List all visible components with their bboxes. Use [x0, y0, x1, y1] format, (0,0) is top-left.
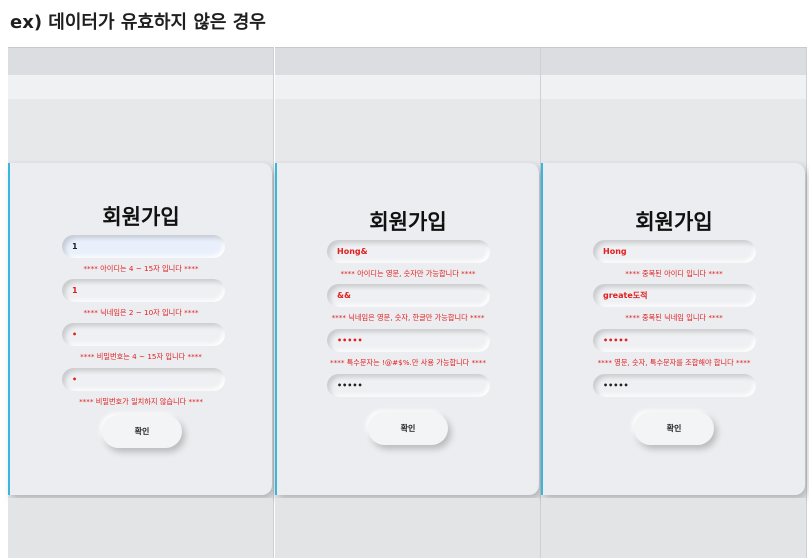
confirm-button[interactable]: 확인: [368, 412, 448, 445]
page-footer-area: [275, 498, 540, 558]
password-confirm-input[interactable]: •••••: [593, 374, 756, 397]
page-footer-area: [8, 498, 273, 558]
password-input[interactable]: •••••: [593, 329, 756, 352]
id-input[interactable]: Hong&: [327, 240, 490, 263]
browser-bar: [541, 48, 806, 75]
nickname-input[interactable]: greate도적: [593, 284, 756, 307]
screenshot-panel-duplicate: 회원가입 Hong **** 중복된 아이디 입니다 **** greate도적…: [541, 47, 807, 558]
signup-title: 회원가입: [635, 210, 713, 234]
password-confirm-input[interactable]: •••••: [327, 374, 490, 397]
signup-card: 회원가입 Hong **** 중복된 아이디 입니다 **** greate도적…: [541, 163, 805, 495]
page-background: [541, 99, 806, 161]
confirm-button[interactable]: 확인: [102, 415, 182, 448]
page-footer-area: [541, 498, 806, 558]
password-error: **** 비밀번호는 4 ~ 15자 입니다 ****: [80, 352, 202, 361]
screenshot-panel-length: 회원가입 1 **** 아이디는 4 ~ 15자 입니다 **** 1 ****…: [8, 47, 274, 558]
password-error: **** 특수문자는 !@#$%.만 사용 가능합니다 ****: [330, 358, 486, 367]
signup-title: 회원가입: [102, 205, 180, 229]
password-error: **** 영문, 숫자, 특수문자를 조합해야 합니다 ****: [597, 358, 751, 367]
signup-card: 회원가입 Hong& **** 아이디는 영문, 숫자만 가능합니다 **** …: [275, 163, 539, 495]
signup-card: 회원가입 1 **** 아이디는 4 ~ 15자 입니다 **** 1 ****…: [8, 163, 272, 495]
id-input[interactable]: 1: [62, 235, 225, 258]
password-confirm-input[interactable]: •: [62, 368, 225, 391]
page-background: [275, 99, 540, 161]
nickname-error: **** 닉네임은 영문, 숫자, 한글만 가능합니다 ****: [331, 313, 485, 322]
password-input[interactable]: •: [62, 323, 225, 346]
nickname-error: **** 닉네임은 2 ~ 10자 입니다 ****: [83, 308, 199, 317]
confirm-button[interactable]: 확인: [634, 412, 714, 445]
page-heading: ex) 데이터가 유효하지 않은 경우: [10, 12, 266, 33]
signup-title: 회원가입: [369, 210, 447, 234]
id-input[interactable]: Hong: [593, 240, 756, 263]
browser-toolbar: [541, 75, 806, 99]
screenshot-panel-format: 회원가입 Hong& **** 아이디는 영문, 숫자만 가능합니다 **** …: [275, 47, 541, 558]
browser-toolbar: [8, 75, 273, 99]
nickname-input[interactable]: &&: [327, 284, 490, 307]
id-error: **** 아이디는 4 ~ 15자 입니다 ****: [83, 264, 199, 273]
password-input[interactable]: •••••: [327, 329, 490, 352]
browser-bar: [8, 48, 273, 75]
nickname-error: **** 중복된 닉네임 입니다 ****: [625, 313, 723, 322]
id-error: **** 아이디는 영문, 숫자만 가능합니다 ****: [340, 269, 476, 278]
browser-toolbar: [275, 75, 540, 99]
id-error: **** 중복된 아이디 입니다 ****: [625, 269, 723, 278]
page-background: [8, 99, 273, 161]
password-confirm-error: **** 비밀번호가 일치하지 않습니다 ****: [79, 397, 203, 406]
browser-bar: [275, 48, 540, 75]
nickname-input[interactable]: 1: [62, 279, 225, 302]
